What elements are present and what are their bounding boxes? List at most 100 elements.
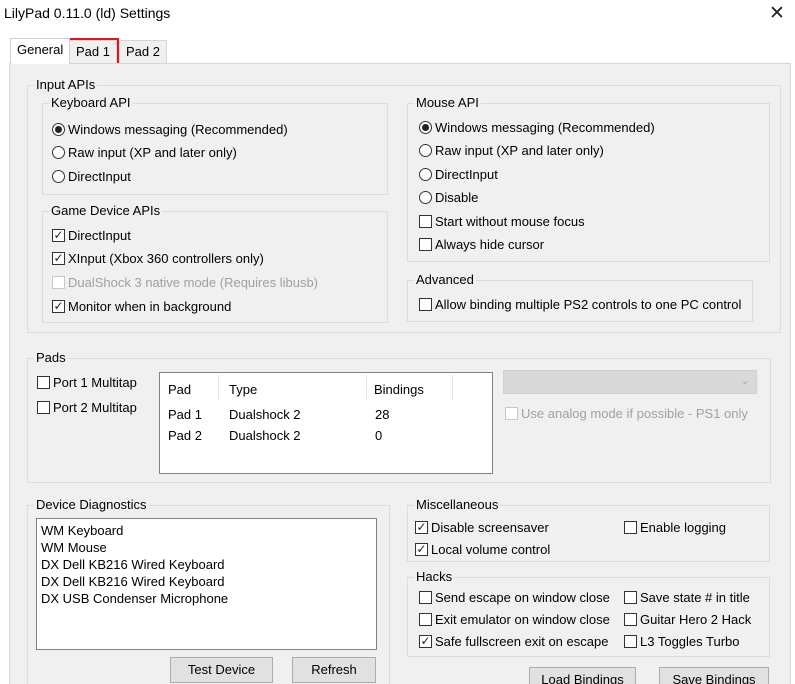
checkbox-indicator[interactable] [419, 214, 432, 228]
pad-row-1-bindings[interactable]: 28 [375, 407, 389, 422]
column-header-pad[interactable]: Pad [168, 382, 191, 397]
column-divider [452, 375, 453, 401]
list-item[interactable]: DX Dell KB216 Wired Keyboard [41, 556, 376, 573]
column-header-type[interactable]: Type [229, 382, 257, 397]
keyboard-directinput-radio[interactable]: DirectInput [52, 167, 131, 185]
checkbox-label: L3 Toggles Turbo [640, 633, 740, 649]
disable-screensaver-checkbox[interactable]: Disable screensaver [415, 518, 549, 536]
port-1-multitap-checkbox[interactable]: Port 1 Multitap [37, 373, 137, 391]
refresh-button[interactable]: Refresh [292, 657, 376, 683]
radio-indicator[interactable] [419, 143, 432, 157]
exit-emulator-checkbox[interactable]: Exit emulator on window close [419, 610, 610, 628]
radio-indicator[interactable] [52, 169, 65, 183]
radio-indicator[interactable] [52, 145, 65, 159]
save-state-in-title-checkbox[interactable]: Save state # in title [624, 588, 750, 606]
checkbox-indicator[interactable] [52, 299, 65, 313]
mouse-raw-input-radio[interactable]: Raw input (XP and later only) [419, 141, 604, 159]
pad-row-2-bindings[interactable]: 0 [375, 428, 382, 443]
input-apis-label: Input APIs [34, 77, 98, 93]
pad-row-1-pad[interactable]: Pad 1 [168, 407, 202, 422]
checkbox-label: Guitar Hero 2 Hack [640, 611, 752, 627]
gamedevice-xinput-checkbox[interactable]: XInput (Xbox 360 controllers only) [52, 249, 264, 267]
checkbox-indicator[interactable] [624, 612, 637, 626]
chevron-down-icon: ⌄ [740, 375, 750, 387]
list-item[interactable]: DX Dell KB216 Wired Keyboard [41, 573, 376, 590]
allow-multiple-binding-checkbox[interactable]: Allow binding multiple PS2 controls to o… [419, 295, 741, 313]
port-2-multitap-checkbox[interactable]: Port 2 Multitap [37, 398, 137, 416]
checkbox-indicator[interactable] [624, 634, 637, 648]
checkbox-indicator[interactable] [624, 520, 637, 534]
mouse-windows-messaging-radio[interactable]: Windows messaging (Recommended) [419, 118, 655, 136]
safe-fullscreen-exit-checkbox[interactable]: Safe fullscreen exit on escape [419, 632, 608, 650]
checkbox-label: Save state # in title [640, 589, 750, 605]
checkbox-indicator[interactable] [52, 251, 65, 265]
tab-pad-2[interactable]: Pad 2 [119, 40, 167, 64]
pad-row-1-type[interactable]: Dualshock 2 [229, 407, 301, 422]
checkbox-label: XInput (Xbox 360 controllers only) [68, 250, 264, 266]
checkbox-label: Enable logging [640, 519, 727, 535]
gamedevice-monitor-background-checkbox[interactable]: Monitor when in background [52, 297, 231, 315]
advanced-label: Advanced [414, 272, 476, 288]
guitar-hero-2-hack-checkbox[interactable]: Guitar Hero 2 Hack [624, 610, 751, 628]
test-device-button[interactable]: Test Device [170, 657, 273, 683]
radio-label: Raw input (XP and later only) [68, 144, 237, 160]
checkbox-indicator[interactable] [37, 400, 50, 414]
tab-general[interactable]: General [10, 38, 71, 64]
radio-label: Raw input (XP and later only) [435, 142, 604, 158]
device-list[interactable]: WM Keyboard WM Mouse DX Dell KB216 Wired… [36, 518, 377, 650]
close-icon[interactable]: ✕ [767, 2, 787, 26]
window-title: LilyPad 0.11.0 (ld) Settings [4, 5, 171, 21]
pads-list[interactable]: Pad Type Bindings Pad 1 Dualshock 2 28 P… [159, 372, 493, 474]
checkbox-indicator[interactable] [52, 228, 65, 242]
always-hide-cursor-checkbox[interactable]: Always hide cursor [419, 235, 544, 253]
gamedevice-dualshock3-checkbox: DualShock 3 native mode (Requires libusb… [52, 273, 318, 291]
checkbox-indicator[interactable] [37, 375, 50, 389]
save-bindings-button[interactable]: Save Bindings [659, 667, 769, 684]
pad-row-2-pad[interactable]: Pad 2 [168, 428, 202, 443]
checkbox-label: Local volume control [431, 541, 551, 557]
radio-indicator[interactable] [52, 122, 65, 136]
checkbox-indicator[interactable] [419, 237, 432, 251]
keyboard-api-label: Keyboard API [49, 95, 133, 111]
pads-label: Pads [34, 350, 68, 366]
game-device-apis-label: Game Device APIs [49, 203, 163, 219]
start-without-mouse-focus-checkbox[interactable]: Start without mouse focus [419, 212, 585, 230]
checkbox-indicator[interactable] [419, 634, 432, 648]
hacks-label: Hacks [414, 569, 455, 585]
column-divider [366, 375, 367, 401]
miscellaneous-label: Miscellaneous [414, 497, 501, 513]
radio-indicator[interactable] [419, 167, 432, 181]
checkbox-label: Port 1 Multitap [53, 374, 137, 390]
device-diagnostics-label: Device Diagnostics [34, 497, 149, 513]
keyboard-windows-messaging-radio[interactable]: Windows messaging (Recommended) [52, 120, 288, 138]
checkbox-label: Exit emulator on window close [435, 611, 610, 627]
checkbox-indicator[interactable] [415, 542, 428, 556]
load-bindings-button[interactable]: Load Bindings [529, 667, 636, 684]
radio-indicator[interactable] [419, 190, 432, 204]
checkbox-label: Send escape on window close [435, 589, 610, 605]
list-item[interactable]: WM Mouse [41, 539, 376, 556]
pad-type-dropdown: ⌄ [503, 370, 757, 394]
gamedevice-directinput-checkbox[interactable]: DirectInput [52, 226, 131, 244]
checkbox-label: Safe fullscreen exit on escape [435, 633, 609, 649]
enable-logging-checkbox[interactable]: Enable logging [624, 518, 726, 536]
checkbox-indicator[interactable] [624, 590, 637, 604]
keyboard-raw-input-radio[interactable]: Raw input (XP and later only) [52, 143, 237, 161]
l3-toggles-turbo-checkbox[interactable]: L3 Toggles Turbo [624, 632, 740, 650]
checkbox-label: Always hide cursor [435, 236, 545, 252]
checkbox-indicator[interactable] [419, 590, 432, 604]
checkbox-indicator[interactable] [415, 520, 428, 534]
mouse-disable-radio[interactable]: Disable [419, 188, 478, 206]
tab-pad-1[interactable]: Pad 1 [67, 38, 119, 66]
local-volume-control-checkbox[interactable]: Local volume control [415, 540, 550, 558]
pad-row-2-type[interactable]: Dualshock 2 [229, 428, 301, 443]
checkbox-indicator[interactable] [419, 297, 432, 311]
list-item[interactable]: WM Keyboard [41, 522, 376, 539]
list-item[interactable]: DX USB Condenser Microphone [41, 590, 376, 607]
mouse-api-label: Mouse API [414, 95, 481, 111]
radio-indicator[interactable] [419, 120, 432, 134]
column-header-bindings[interactable]: Bindings [374, 382, 424, 397]
mouse-directinput-radio[interactable]: DirectInput [419, 165, 498, 183]
send-escape-checkbox[interactable]: Send escape on window close [419, 588, 610, 606]
checkbox-indicator[interactable] [419, 612, 432, 626]
